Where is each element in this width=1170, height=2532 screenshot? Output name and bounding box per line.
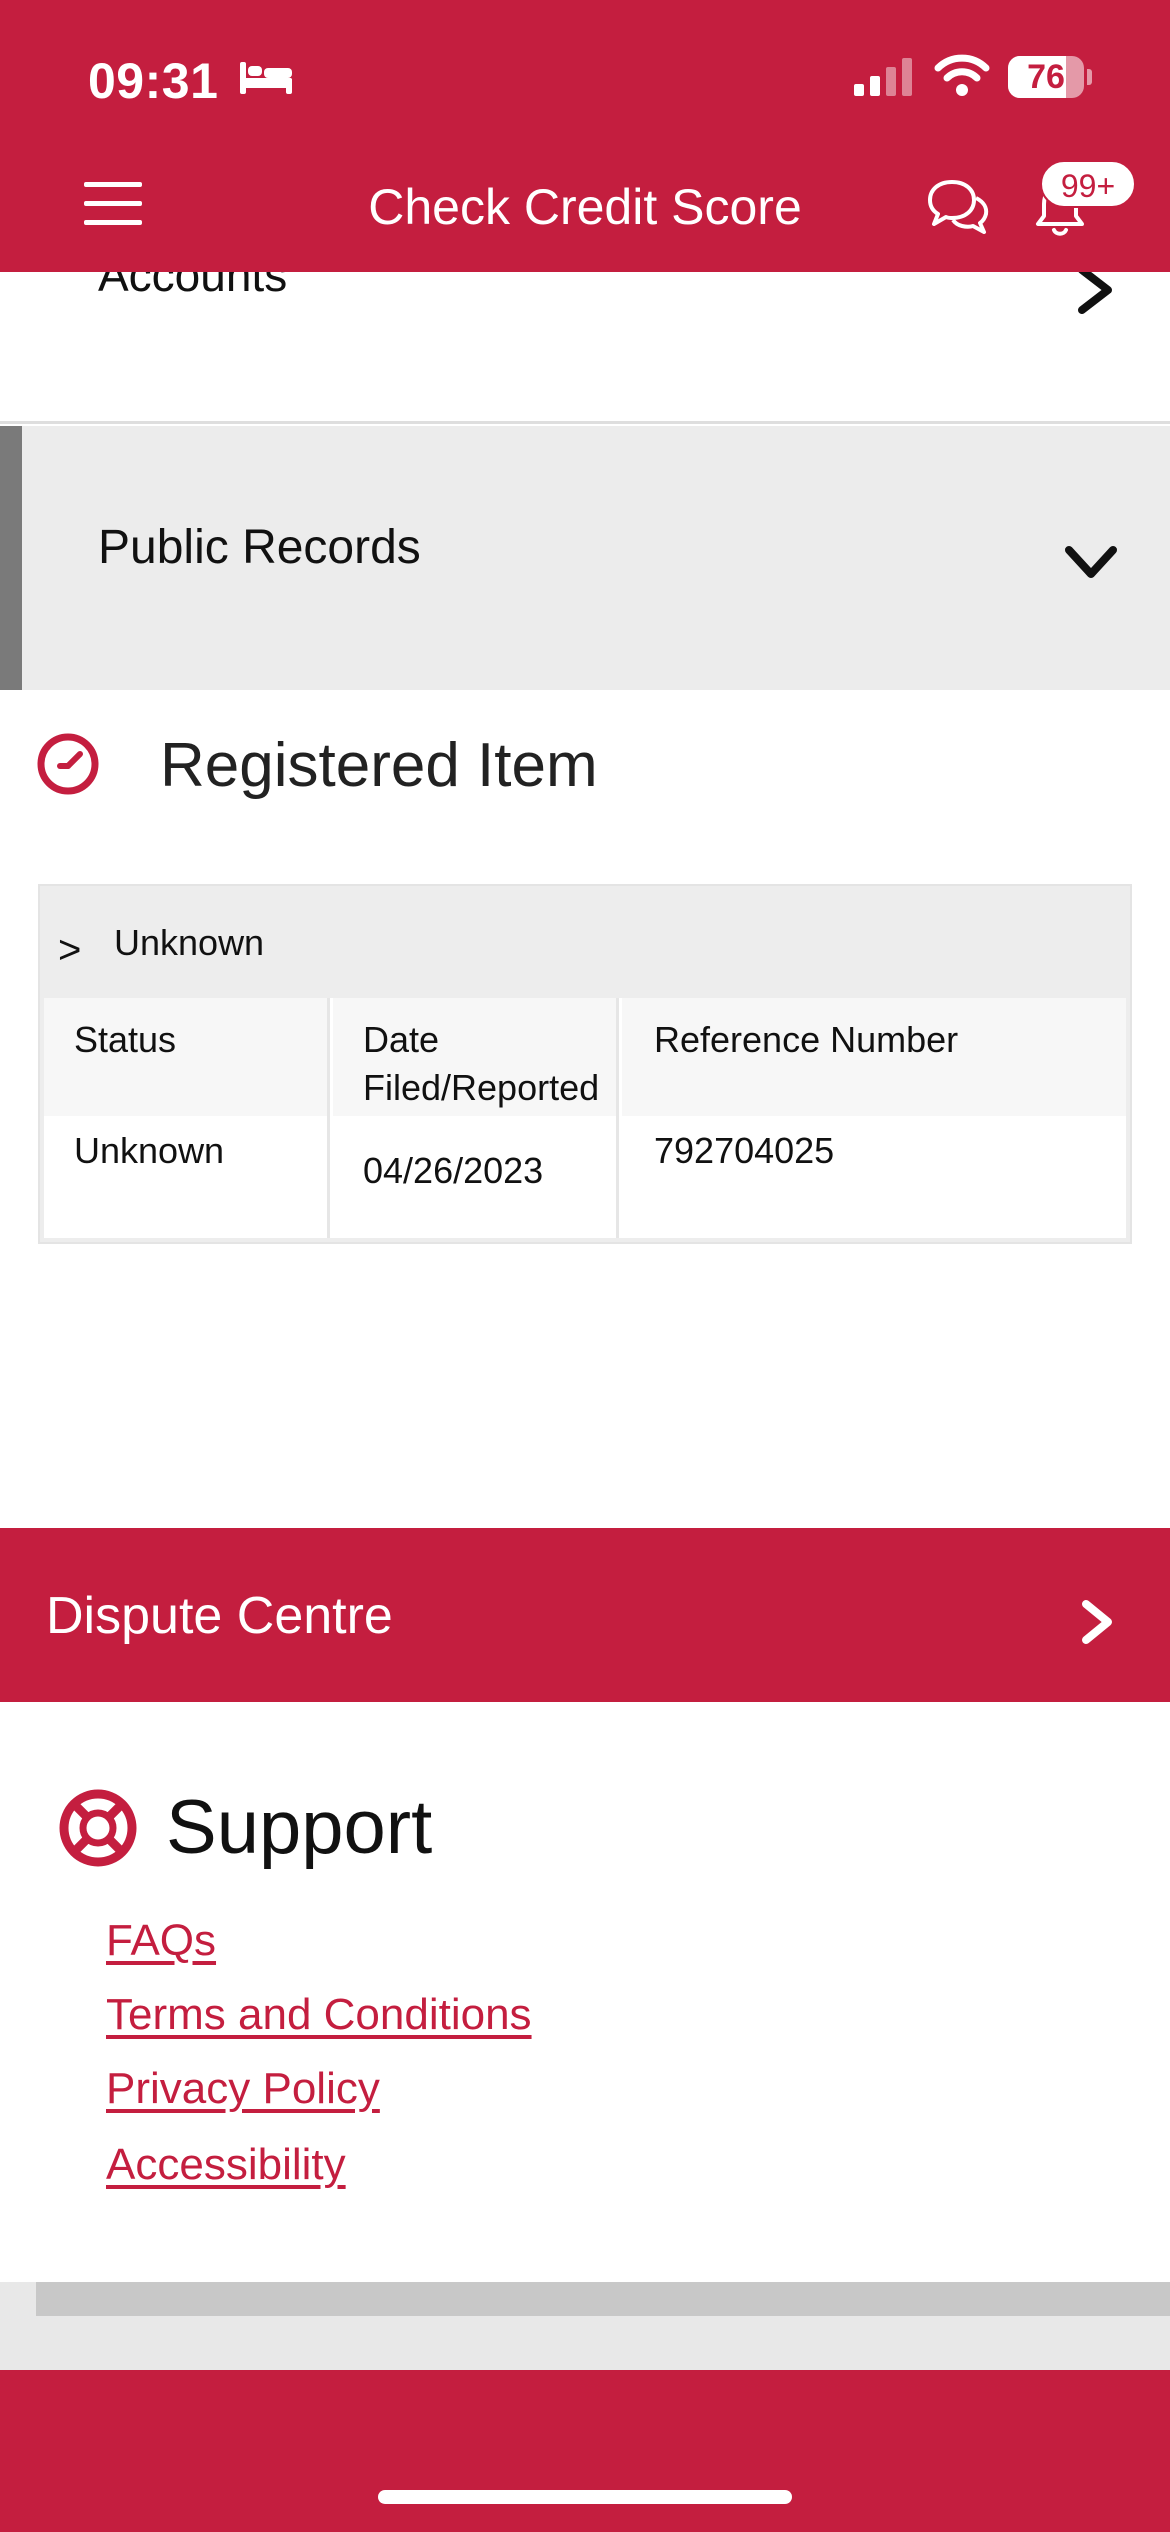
public-records-section[interactable]: Public Records [0, 426, 1170, 690]
home-indicator[interactable] [378, 2490, 792, 2504]
public-records-label: Public Records [98, 521, 421, 574]
cell-date: 04/26/2023 [363, 1150, 544, 1191]
chevron-right-icon [1082, 1600, 1112, 1644]
column-header-date: Date Filed/Reported [333, 998, 616, 1116]
clock-icon [37, 733, 99, 795]
accounts-label: Accounts [98, 272, 288, 301]
battery-indicator: 76 [1008, 56, 1092, 98]
dispute-centre-button[interactable]: Dispute Centre [0, 1528, 1170, 1702]
record-card: > Unknown Status Unknown Date Filed/Repo… [38, 884, 1132, 1244]
column-header-status: Status [44, 998, 327, 1116]
chevron-right-icon [1078, 272, 1112, 314]
cell-status: Unknown [74, 1130, 225, 1171]
status-time: 09:31 [88, 53, 219, 109]
page-title: Check Credit Score [368, 179, 802, 235]
privacy-link[interactable]: Privacy Policy [106, 2064, 380, 2114]
bed-icon [240, 62, 292, 94]
chevron-down-icon [1065, 546, 1117, 578]
record-heading: Unknown [114, 922, 265, 963]
registered-item-title: Registered Item [160, 731, 598, 800]
wifi-icon [934, 54, 990, 96]
notification-badge: 99+ [1040, 160, 1136, 208]
date-column: Date Filed/Reported 04/26/2023 [333, 998, 619, 1238]
chat-icon[interactable] [926, 176, 990, 236]
footer [0, 2370, 1170, 2532]
cellular-signal-icon [854, 58, 912, 96]
scroll-divider [0, 2282, 1170, 2370]
accessibility-link[interactable]: Accessibility [106, 2140, 346, 2190]
terms-link[interactable]: Terms and Conditions [106, 1990, 532, 2040]
reference-column: Reference Number 792704025 [622, 998, 1126, 1238]
faqs-link[interactable]: FAQs [106, 1916, 216, 1966]
lifebuoy-icon [59, 1789, 137, 1867]
battery-level: 76 [1027, 58, 1065, 96]
app-header: 09:31 76 Check Credit Score 99+ [0, 0, 1170, 272]
expand-caret-icon[interactable]: > [58, 928, 81, 973]
accounts-section[interactable]: Accounts [0, 272, 1170, 424]
support-title: Support [166, 1785, 433, 1870]
record-table: Status Unknown Date Filed/Reported 04/26… [44, 998, 1126, 1238]
column-header-reference: Reference Number [622, 998, 1126, 1116]
status-column: Status Unknown [44, 998, 330, 1238]
section-active-indicator [0, 426, 22, 690]
dispute-centre-label: Dispute Centre [46, 1587, 393, 1645]
cell-reference: 792704025 [654, 1130, 835, 1171]
